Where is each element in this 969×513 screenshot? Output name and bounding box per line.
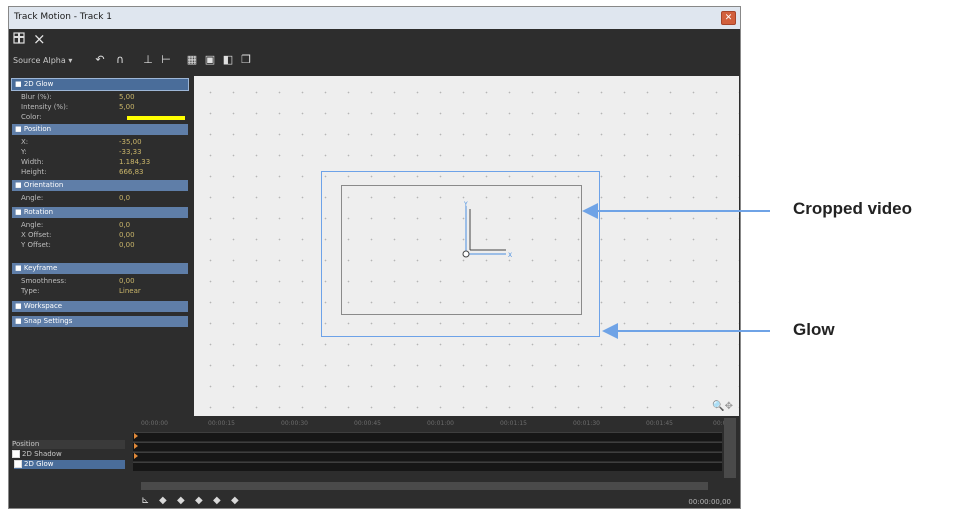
callout-arrows bbox=[582, 203, 770, 339]
callout-cropped-video: Cropped video bbox=[793, 199, 913, 218]
callout-glow: Glow bbox=[793, 320, 835, 339]
